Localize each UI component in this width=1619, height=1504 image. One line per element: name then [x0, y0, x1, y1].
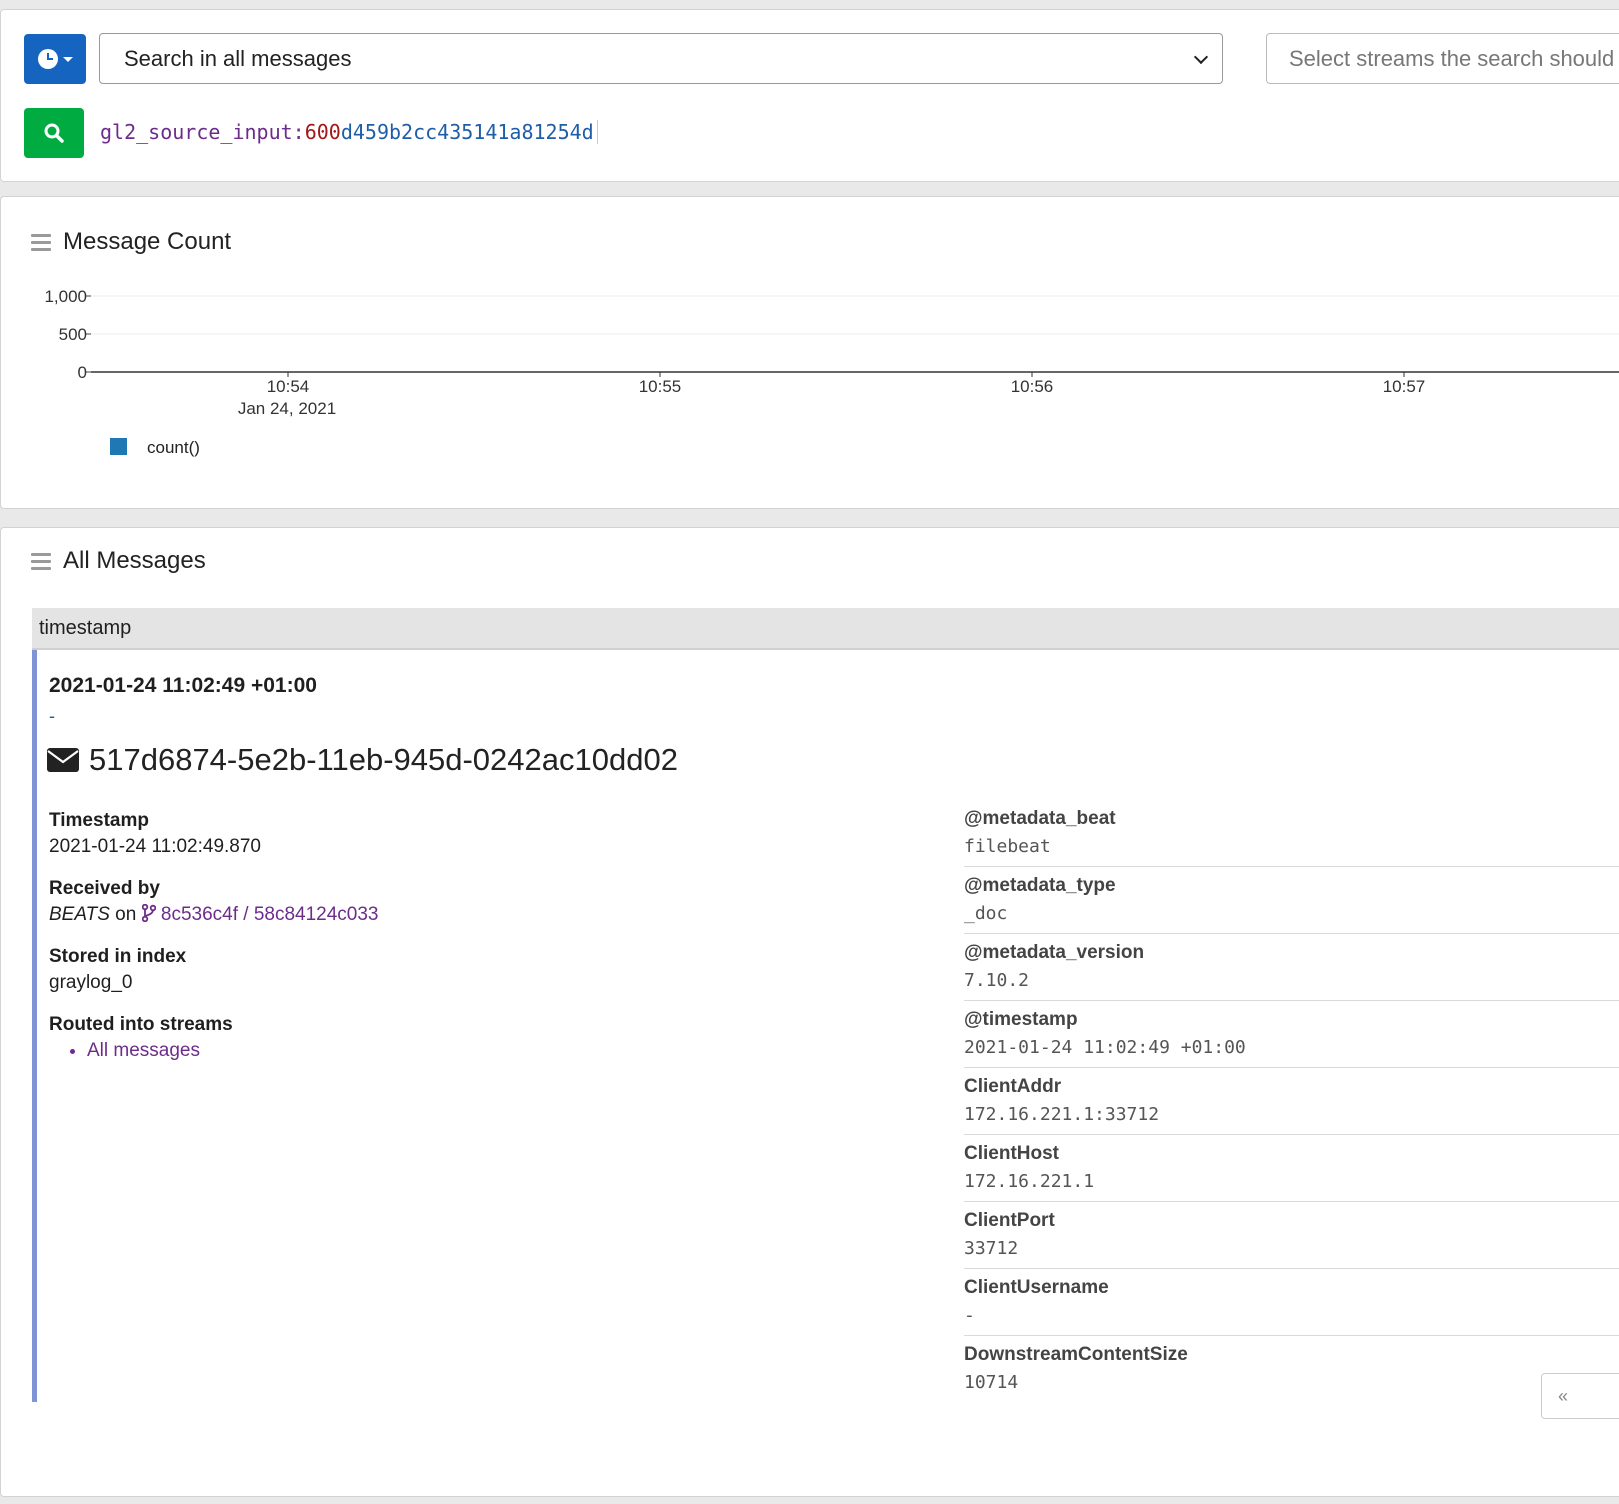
- double-chevron-left-icon: «: [1558, 1385, 1569, 1406]
- stored-index-value: graylog_0: [49, 972, 133, 993]
- x-tick-label: 10:55: [639, 377, 682, 396]
- clock-icon: [37, 49, 58, 69]
- x-tick-date-label: Jan 24, 2021: [238, 399, 336, 418]
- field-row: DownstreamContentSize 10714: [964, 1336, 1619, 1402]
- field-value: 33712: [964, 1238, 1019, 1259]
- message-id-heading: 517d6874-5e2b-11eb-945d-0242ac10dd02: [47, 742, 678, 778]
- x-tick-label: 10:57: [1383, 377, 1426, 396]
- streams-select[interactable]: Select streams the search should include: [1266, 33, 1619, 84]
- field-name[interactable]: DownstreamContentSize: [964, 1344, 1619, 1366]
- field-row: ClientPort 33712: [964, 1202, 1619, 1269]
- field-name[interactable]: ClientAddr: [964, 1076, 1619, 1098]
- message-timestamp: 2021-01-24 11:02:49 +01:00: [49, 674, 317, 697]
- collapse-button[interactable]: «: [1541, 1373, 1619, 1419]
- x-tick-label: 10:56: [1011, 377, 1054, 396]
- chevron-down-icon: [1193, 49, 1209, 65]
- stream-link[interactable]: All messages: [87, 1040, 869, 1062]
- field-row: @metadata_version 7.10.2: [964, 934, 1619, 1001]
- stream-list: All messages: [87, 1040, 869, 1062]
- widget-title: All Messages: [63, 547, 206, 574]
- column-header-label: timestamp: [39, 616, 132, 639]
- field-value: 2021-01-24 11:02:49 +01:00: [964, 1037, 1246, 1058]
- time-range-button[interactable]: [24, 34, 86, 84]
- input-name: BEATS: [49, 904, 110, 925]
- field-name[interactable]: ClientHost: [964, 1143, 1619, 1165]
- y-tick-label: 500: [59, 325, 87, 344]
- field-value: filebeat: [964, 836, 1051, 857]
- drag-handle-icon[interactable]: [31, 553, 51, 570]
- caret-down-icon: [62, 56, 73, 62]
- stored-index-label: Stored in index: [49, 946, 187, 967]
- timestamp-value: 2021-01-24 11:02:49.870: [49, 836, 261, 857]
- query-field-name: gl2_source_input:: [100, 120, 305, 144]
- node-id: 8c536c4f / 58c84124c033: [160, 904, 379, 925]
- x-tick-label: 10:54: [267, 377, 310, 396]
- streams-placeholder: Select streams the search should include: [1289, 45, 1619, 71]
- field-name[interactable]: ClientPort: [964, 1210, 1619, 1232]
- code-fork-icon: [141, 903, 156, 923]
- field-value: -: [964, 1305, 975, 1326]
- field-value: 10714: [964, 1372, 1019, 1393]
- text-cursor: [596, 120, 598, 144]
- received-on-text: on: [115, 904, 137, 925]
- field-row: ClientAddr 172.16.221.1:33712: [964, 1068, 1619, 1135]
- query-value-part: d459b2cc435141a81254d: [340, 120, 594, 144]
- field-name[interactable]: @metadata_beat: [964, 808, 1619, 830]
- message-fields: @metadata_beat filebeat @metadata_type _doc…: [964, 800, 1619, 1402]
- field-name[interactable]: ClientUsername: [964, 1277, 1619, 1299]
- search-scope-label: Search in all messages: [124, 45, 352, 71]
- message-count-widget: Message Count 1,000 500 0 10:54 Jan 24, 2021…: [0, 196, 1619, 509]
- message-source-link[interactable]: -: [49, 706, 55, 727]
- query-input[interactable]: gl2_source_input: 600 d459b2cc435141a81254…: [100, 112, 598, 152]
- received-by-label: Received by: [49, 878, 160, 899]
- message-count-chart: 1,000 500 0 10:54 Jan 24, 2021 10:55 10:56 10:5…: [44, 287, 1619, 457]
- field-value: 172.16.221.1: [964, 1171, 1095, 1192]
- message-id: 517d6874-5e2b-11eb-945d-0242ac10dd02: [89, 742, 678, 777]
- legend-swatch: [110, 438, 127, 455]
- column-header-timestamp[interactable]: timestamp: [32, 608, 1619, 650]
- envelope-icon: [47, 748, 79, 772]
- field-value: _doc: [964, 903, 1008, 924]
- search-button[interactable]: [24, 108, 84, 158]
- field-row: @metadata_beat filebeat: [964, 800, 1619, 867]
- field-row: ClientUsername -: [964, 1269, 1619, 1336]
- y-tick-label: 1,000: [44, 287, 87, 306]
- legend-label: count(): [147, 438, 200, 457]
- message-metadata: Timestamp 2021-01-24 11:02:49.870 Receiv…: [49, 810, 869, 1062]
- expanded-message: 2021-01-24 11:02:49 +01:00 - 517d6874-5e…: [32, 650, 1619, 1402]
- field-value: 7.10.2: [964, 970, 1030, 991]
- y-tick-label: 0: [78, 363, 87, 382]
- search-bar-panel: Search in all messages Select streams th…: [0, 9, 1619, 182]
- timestamp-label: Timestamp: [49, 810, 149, 831]
- routed-streams-label: Routed into streams: [49, 1014, 233, 1035]
- search-icon: [44, 123, 64, 143]
- received-by-value: BEATS on 8c536c4f / 58c84124c033: [49, 903, 869, 926]
- all-messages-widget: All Messages timestamp 2021-01-24 11:02:…: [0, 527, 1619, 1497]
- node-link[interactable]: 8c536c4f / 58c84124c033: [141, 903, 379, 925]
- field-name[interactable]: @timestamp: [964, 1009, 1619, 1031]
- field-row: @metadata_type _doc: [964, 867, 1619, 934]
- field-row: @timestamp 2021-01-24 11:02:49 +01:00: [964, 1001, 1619, 1068]
- field-value: 172.16.221.1:33712: [964, 1104, 1160, 1125]
- field-name[interactable]: @metadata_version: [964, 942, 1619, 964]
- field-name[interactable]: @metadata_type: [964, 875, 1619, 897]
- query-number-part: 600: [304, 120, 341, 144]
- search-scope-select[interactable]: Search in all messages: [99, 33, 1223, 84]
- field-row: ClientHost 172.16.221.1: [964, 1135, 1619, 1202]
